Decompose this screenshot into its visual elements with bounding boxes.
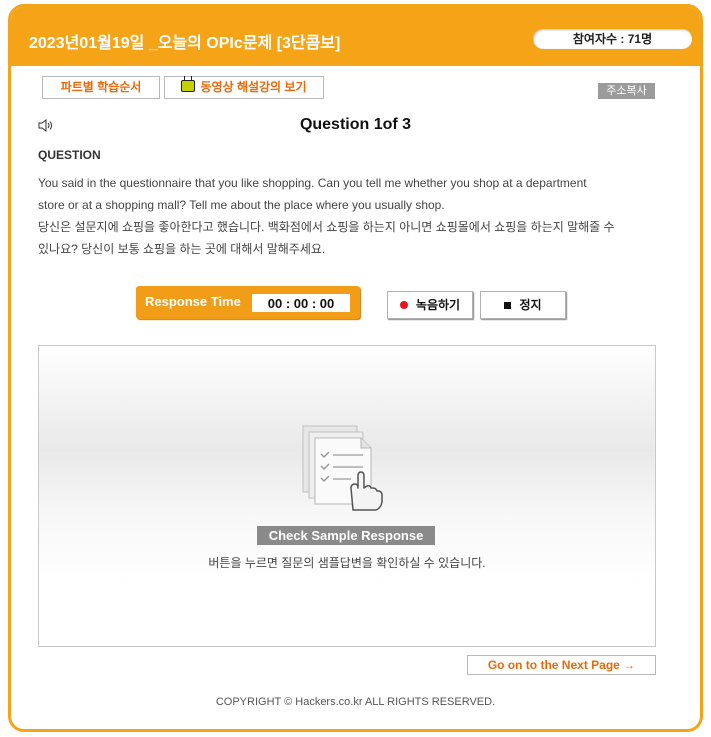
stop-label: 정지: [519, 298, 542, 312]
question-text-en-2: store or at a shopping mall? Tell me abo…: [38, 198, 445, 212]
record-button[interactable]: 녹음하기: [387, 291, 473, 319]
tv-icon: [181, 80, 196, 92]
check-sample-response-button[interactable]: Check Sample Response: [257, 526, 435, 545]
question-counter: Question 1of 3: [299, 116, 412, 133]
question-text-ko-2: 있나요? 당신이 보통 쇼핑을 하는 곳에 대해서 말해주세요.: [38, 242, 326, 256]
question-text-ko-1: 당신은 설문지에 쇼핑을 좋아한다고 했습니다. 백화점에서 쇼핑을 하는지 아…: [38, 220, 615, 234]
response-time-display: 00 : 00 : 00: [252, 294, 350, 312]
header-bar: 2023년01월19일 _오늘의 OPIc문제 [3단콤보] 참여자수 : 71…: [11, 7, 700, 66]
copy-address-button[interactable]: 주소복사: [598, 83, 655, 99]
question-label: QUESTION: [38, 148, 101, 162]
study-order-button[interactable]: 파트별 학습순서: [42, 76, 160, 99]
page-title: 2023년01월19일 _오늘의 OPIc문제 [3단콤보]: [29, 35, 341, 52]
video-lecture-button[interactable]: 동영상 해설강의 보기: [164, 76, 324, 99]
video-lecture-label: 동영상 해설강의 보기: [200, 80, 307, 94]
response-time-box: Response Time 00 : 00 : 00: [136, 286, 360, 319]
question-text-en-1: You said in the questionnaire that you l…: [38, 176, 587, 190]
question-text: You said in the questionnaire that you l…: [38, 172, 654, 260]
participant-count-badge: 참여자수 : 71명: [533, 29, 692, 49]
record-label: 녹음하기: [415, 298, 461, 312]
copyright-text: COPYRIGHT © Hackers.co.kr ALL RIGHTS RES…: [215, 696, 496, 708]
stop-square-icon: [504, 302, 512, 309]
record-dot-icon: [399, 301, 408, 309]
response-time-label: Response Time: [145, 294, 241, 309]
sample-response-panel: Check Sample Response 버튼을 누르면 질문의 샘플답변을 …: [38, 345, 656, 647]
stop-button[interactable]: 정지: [480, 291, 566, 319]
next-page-button[interactable]: Go on to the Next Page →: [467, 655, 656, 675]
document-hand-cursor-icon: [302, 425, 383, 511]
sample-hint-text: 버튼을 누르면 질문의 샘플답변을 확인하실 수 있습니다.: [208, 556, 486, 570]
